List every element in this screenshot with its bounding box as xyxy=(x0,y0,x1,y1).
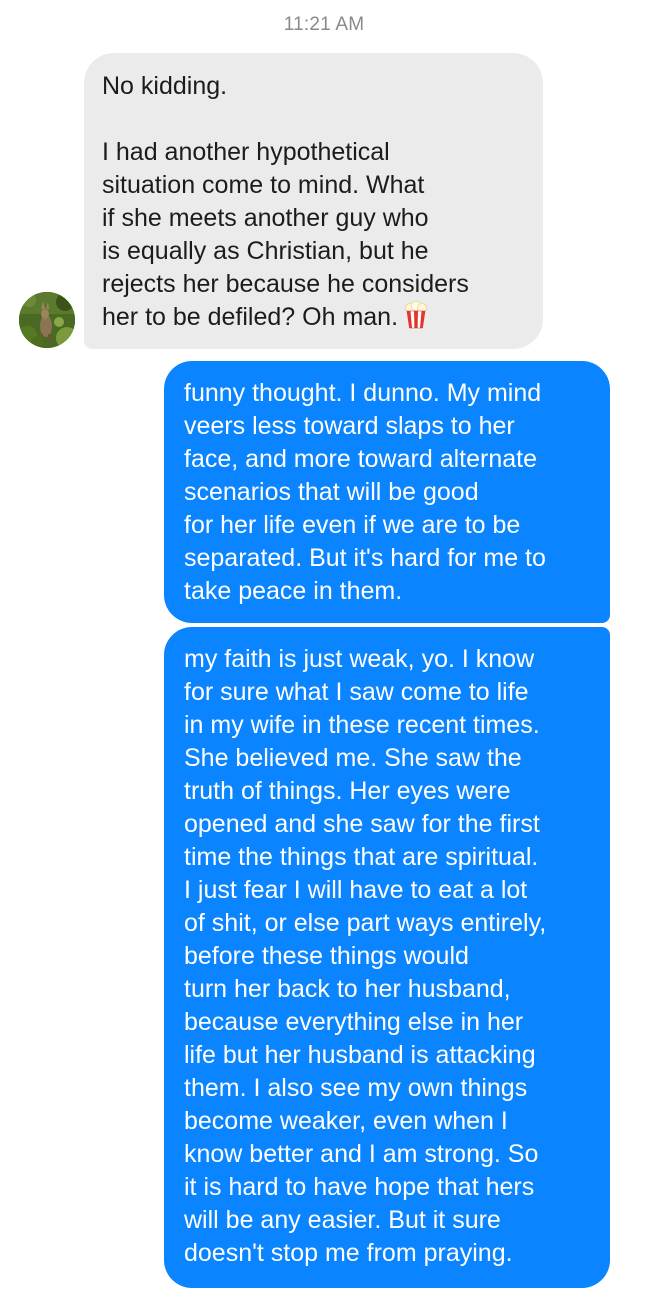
message-timestamp: 11:21 AM xyxy=(283,14,365,35)
popcorn-icon xyxy=(404,300,428,338)
avatar[interactable] xyxy=(19,292,75,348)
outgoing-message-bubble[interactable]: my faith is just weak, yo. I know for su… xyxy=(164,627,610,1288)
outgoing-message-bubble[interactable]: funny thought. I dunno. My mind veers le… xyxy=(164,361,610,623)
message-text: No kidding. I had another hypothetical s… xyxy=(102,72,469,331)
avatar-photo-icon xyxy=(19,292,75,348)
incoming-message-bubble[interactable]: No kidding. I had another hypothetical s… xyxy=(84,53,543,349)
